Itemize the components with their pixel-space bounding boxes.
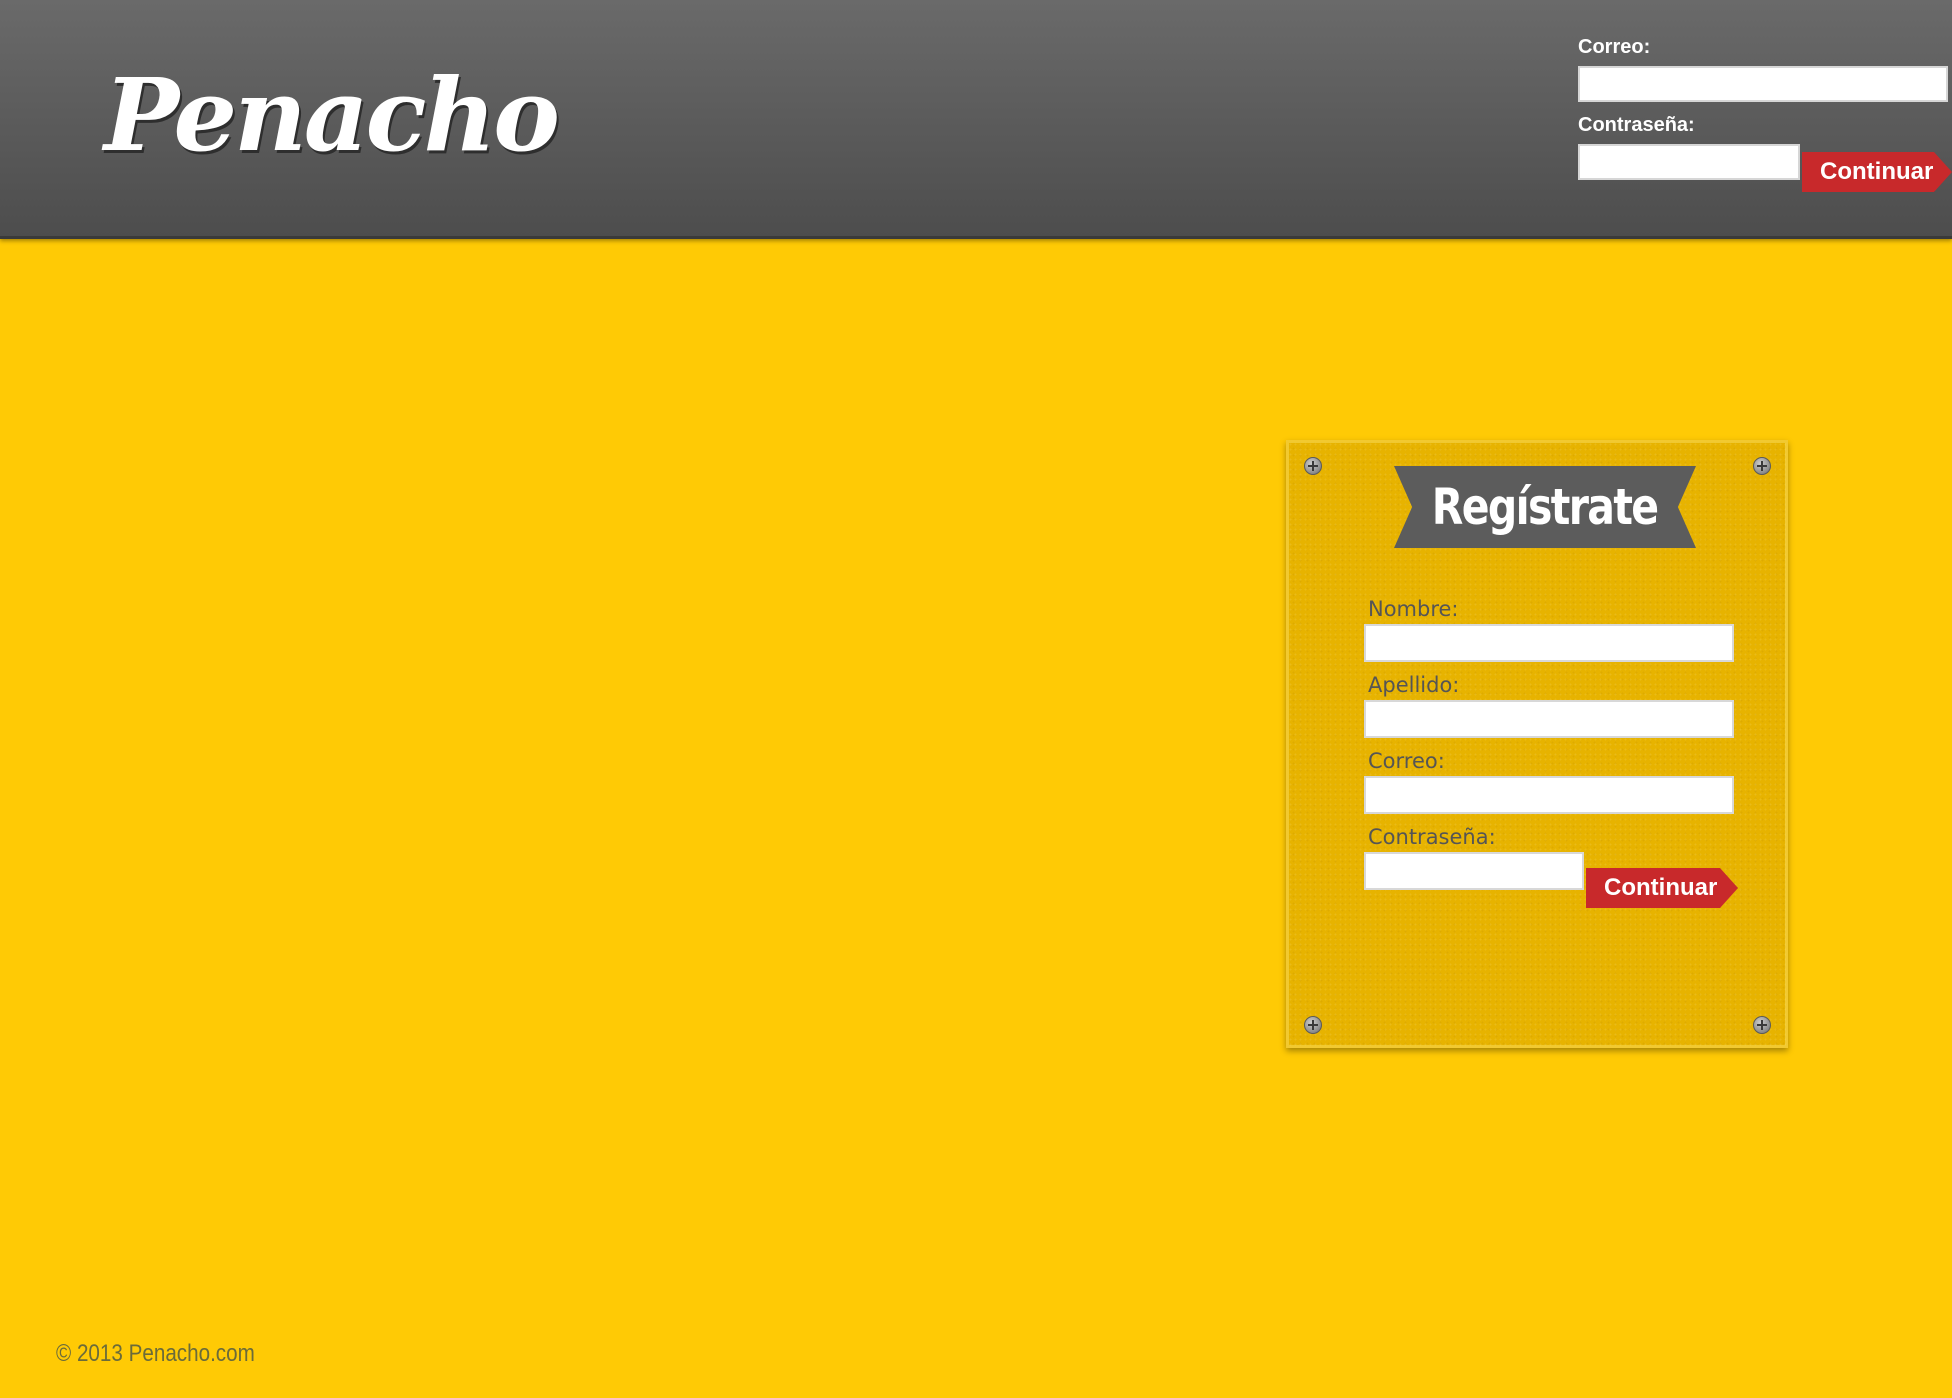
- first-name-label: Nombre:: [1368, 597, 1459, 621]
- screw-icon: [1304, 457, 1322, 475]
- last-name-input[interactable]: [1364, 700, 1734, 738]
- last-name-label: Apellido:: [1368, 673, 1460, 697]
- screw-icon: [1304, 1016, 1322, 1034]
- footer-copyright: © 2013 Penacho.com: [56, 1340, 255, 1367]
- register-password-label: Contraseña:: [1368, 825, 1496, 849]
- register-card: Regístrate Nombre: Apellido: Correo: Con…: [1286, 440, 1788, 1048]
- screw-icon: [1753, 457, 1771, 475]
- top-header: Penacho Correo: Contraseña: Continuar: [0, 0, 1952, 239]
- login-continue-button[interactable]: Continuar: [1802, 152, 1952, 192]
- register-continue-button[interactable]: Continuar: [1586, 868, 1738, 908]
- first-name-input[interactable]: [1364, 624, 1734, 662]
- register-password-row: Continuar: [1364, 852, 1740, 908]
- page: Penacho Correo: Contraseña: Continuar Re…: [0, 0, 1952, 1398]
- login-password-label: Contraseña:: [1578, 114, 1695, 136]
- logo-wordmark: Penacho: [104, 56, 560, 174]
- register-form: Nombre: Apellido: Correo: Contraseña: Co…: [1364, 594, 1740, 908]
- register-email-input[interactable]: [1364, 776, 1734, 814]
- login-email-input[interactable]: [1578, 66, 1948, 102]
- register-title: Regístrate: [1432, 478, 1659, 536]
- site-logo[interactable]: Penacho: [84, 50, 560, 180]
- register-title-banner: Regístrate: [1394, 466, 1696, 548]
- register-email-label: Correo:: [1368, 749, 1445, 773]
- login-password-row: Continuar: [1578, 144, 1952, 192]
- login-email-label: Correo:: [1578, 36, 1651, 58]
- screw-icon: [1753, 1016, 1771, 1034]
- register-password-input[interactable]: [1364, 852, 1584, 890]
- login-password-input[interactable]: [1578, 144, 1800, 180]
- login-form: Correo: Contraseña: Continuar: [1578, 34, 1952, 192]
